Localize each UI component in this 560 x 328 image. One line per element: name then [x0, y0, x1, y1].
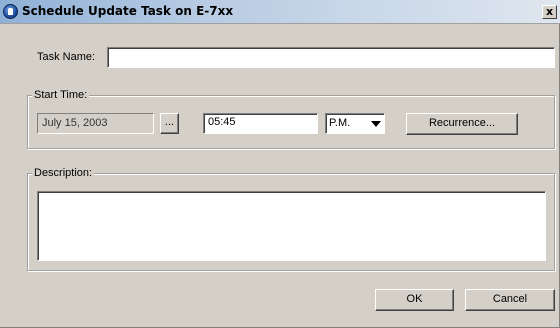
cancel-button[interactable]: Cancel — [465, 289, 555, 311]
date-picker-button[interactable]: ... — [160, 113, 179, 134]
chevron-down-icon — [371, 121, 381, 127]
start-date-field: July 15, 2003 — [37, 113, 154, 134]
date-picker-label: ... — [164, 116, 175, 128]
ampm-select[interactable]: P.M. — [325, 113, 385, 134]
window-title: Schedule Update Task on E-7xx — [22, 4, 234, 18]
close-button[interactable]: x — [542, 5, 557, 19]
task-name-label: Task Name: — [37, 51, 96, 63]
recurrence-label: Recurrence... — [428, 117, 496, 129]
ok-label: OK — [406, 293, 423, 305]
description-label: Description: — [32, 167, 95, 179]
close-icon: x — [545, 5, 554, 18]
app-icon — [3, 4, 18, 19]
ok-button[interactable]: OK — [375, 289, 454, 311]
recurrence-button[interactable]: Recurrence... — [406, 113, 518, 135]
schedule-update-dialog: Schedule Update Task on E-7xx x Task Nam… — [0, 0, 560, 328]
title-bar[interactable]: Schedule Update Task on E-7xx x — [0, 0, 560, 24]
start-time-input[interactable]: 05:45 — [203, 113, 318, 134]
task-name-input[interactable] — [107, 47, 555, 68]
description-textarea[interactable] — [37, 191, 546, 261]
cancel-label: Cancel — [492, 293, 528, 305]
ampm-value: P.M. — [329, 117, 351, 129]
start-time-label: Start Time: — [32, 89, 90, 101]
